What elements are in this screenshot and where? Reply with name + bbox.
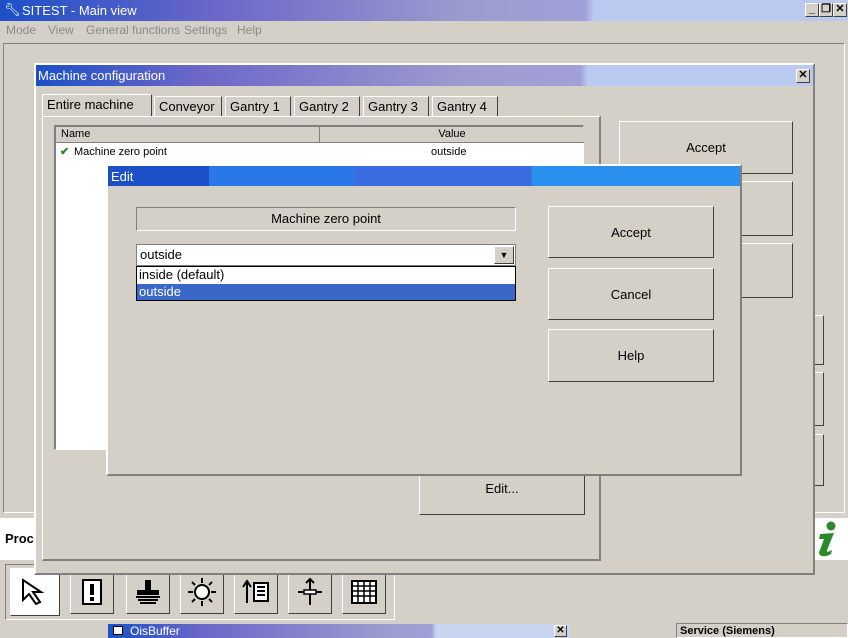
edit-field-label: Machine zero point (271, 211, 381, 226)
edit-dialog-title: Edit (111, 169, 134, 184)
minimize-button[interactable]: _ (805, 3, 819, 17)
alert-tool-button[interactable] (70, 570, 114, 614)
dropdown-list: inside (default) outside (136, 266, 516, 301)
menu-bar: Mode View General functions Settings Hel… (0, 21, 848, 39)
checkmark-icon: ✔ (60, 146, 70, 158)
edit-cancel-button[interactable]: Cancel (548, 268, 714, 320)
close-button[interactable]: ✕ (833, 3, 847, 17)
table-row[interactable]: ✔ Machine zero point outside (56, 144, 584, 160)
menu-general-functions[interactable]: General functions (86, 23, 180, 37)
machine-config-title-bar: Machine configuration ✕ (36, 65, 813, 86)
exclamation-icon (82, 579, 102, 605)
oisbuffer-window[interactable]: OisBuffer ✕ (108, 624, 570, 638)
oisbuffer-title: OisBuffer (130, 624, 180, 638)
edit-help-button[interactable]: Help (548, 329, 714, 382)
sun-icon (188, 578, 216, 606)
tab-gantry-4[interactable]: Gantry 4 (432, 96, 498, 116)
status-proc-label: Proc (5, 531, 34, 546)
list-header-value[interactable]: Value (320, 127, 584, 143)
pointer-tool-button[interactable] (10, 568, 60, 616)
wrench-icon: 🔧︎ (4, 2, 21, 17)
row-value: outside (431, 146, 467, 158)
dropdown-option-inside[interactable]: inside (default) (137, 267, 515, 284)
align-tool-button[interactable] (288, 570, 332, 614)
tab-entire-machine[interactable]: Entire machine (42, 94, 152, 117)
edit-accept-button[interactable]: Accept (548, 206, 714, 258)
edit-field-label-box: Machine zero point (136, 207, 516, 231)
menu-view[interactable]: View (48, 23, 74, 37)
transfer-icon (242, 579, 269, 603)
align-icon (298, 577, 322, 605)
chevron-down-icon: ▼ (499, 250, 509, 260)
matrix-tool-button[interactable] (342, 570, 386, 614)
oisbuffer-close-button[interactable]: ✕ (554, 625, 567, 637)
sun-tool-button[interactable] (180, 570, 224, 614)
main-window-title: SITEST - Main view (22, 3, 137, 18)
user-status-panel: Service (Siemens) (676, 623, 848, 638)
dropdown-option-outside[interactable]: outside (137, 284, 515, 300)
list-header-name[interactable]: Name (56, 127, 320, 143)
pointer-icon (22, 578, 45, 606)
main-title-bar: 🔧︎ SITEST - Main view _ ❐ ✕ (0, 0, 848, 21)
machine-config-close-button[interactable]: ✕ (796, 69, 810, 83)
dropdown-arrow-button[interactable]: ▼ (494, 246, 514, 264)
info-icon[interactable] (812, 520, 842, 558)
menu-settings[interactable]: Settings (184, 23, 227, 37)
stamp-icon (136, 580, 160, 604)
row-name: Machine zero point (74, 146, 167, 158)
tab-gantry-3[interactable]: Gantry 3 (363, 96, 429, 116)
dropdown-selected-value: outside (140, 247, 182, 262)
oisbuffer-window-icon (113, 626, 123, 635)
user-status-text: Service (Siemens) (680, 625, 775, 637)
machine-config-title: Machine configuration (38, 68, 166, 83)
config-tab-strip: Entire machine Conveyor Gantry 1 Gantry … (42, 94, 602, 117)
matrix-icon (351, 580, 377, 604)
transfer-tool-button[interactable] (234, 570, 278, 614)
tab-conveyor[interactable]: Conveyor (154, 96, 222, 116)
value-dropdown[interactable]: outside ▼ (136, 244, 516, 266)
tab-gantry-2[interactable]: Gantry 2 (294, 96, 360, 116)
edit-dialog-title-bar: Edit (108, 166, 740, 186)
restore-button[interactable]: ❐ (819, 3, 833, 17)
menu-help[interactable]: Help (237, 23, 262, 37)
stamp-tool-button[interactable] (126, 570, 170, 614)
tab-gantry-1[interactable]: Gantry 1 (225, 96, 291, 116)
menu-mode[interactable]: Mode (6, 23, 36, 37)
